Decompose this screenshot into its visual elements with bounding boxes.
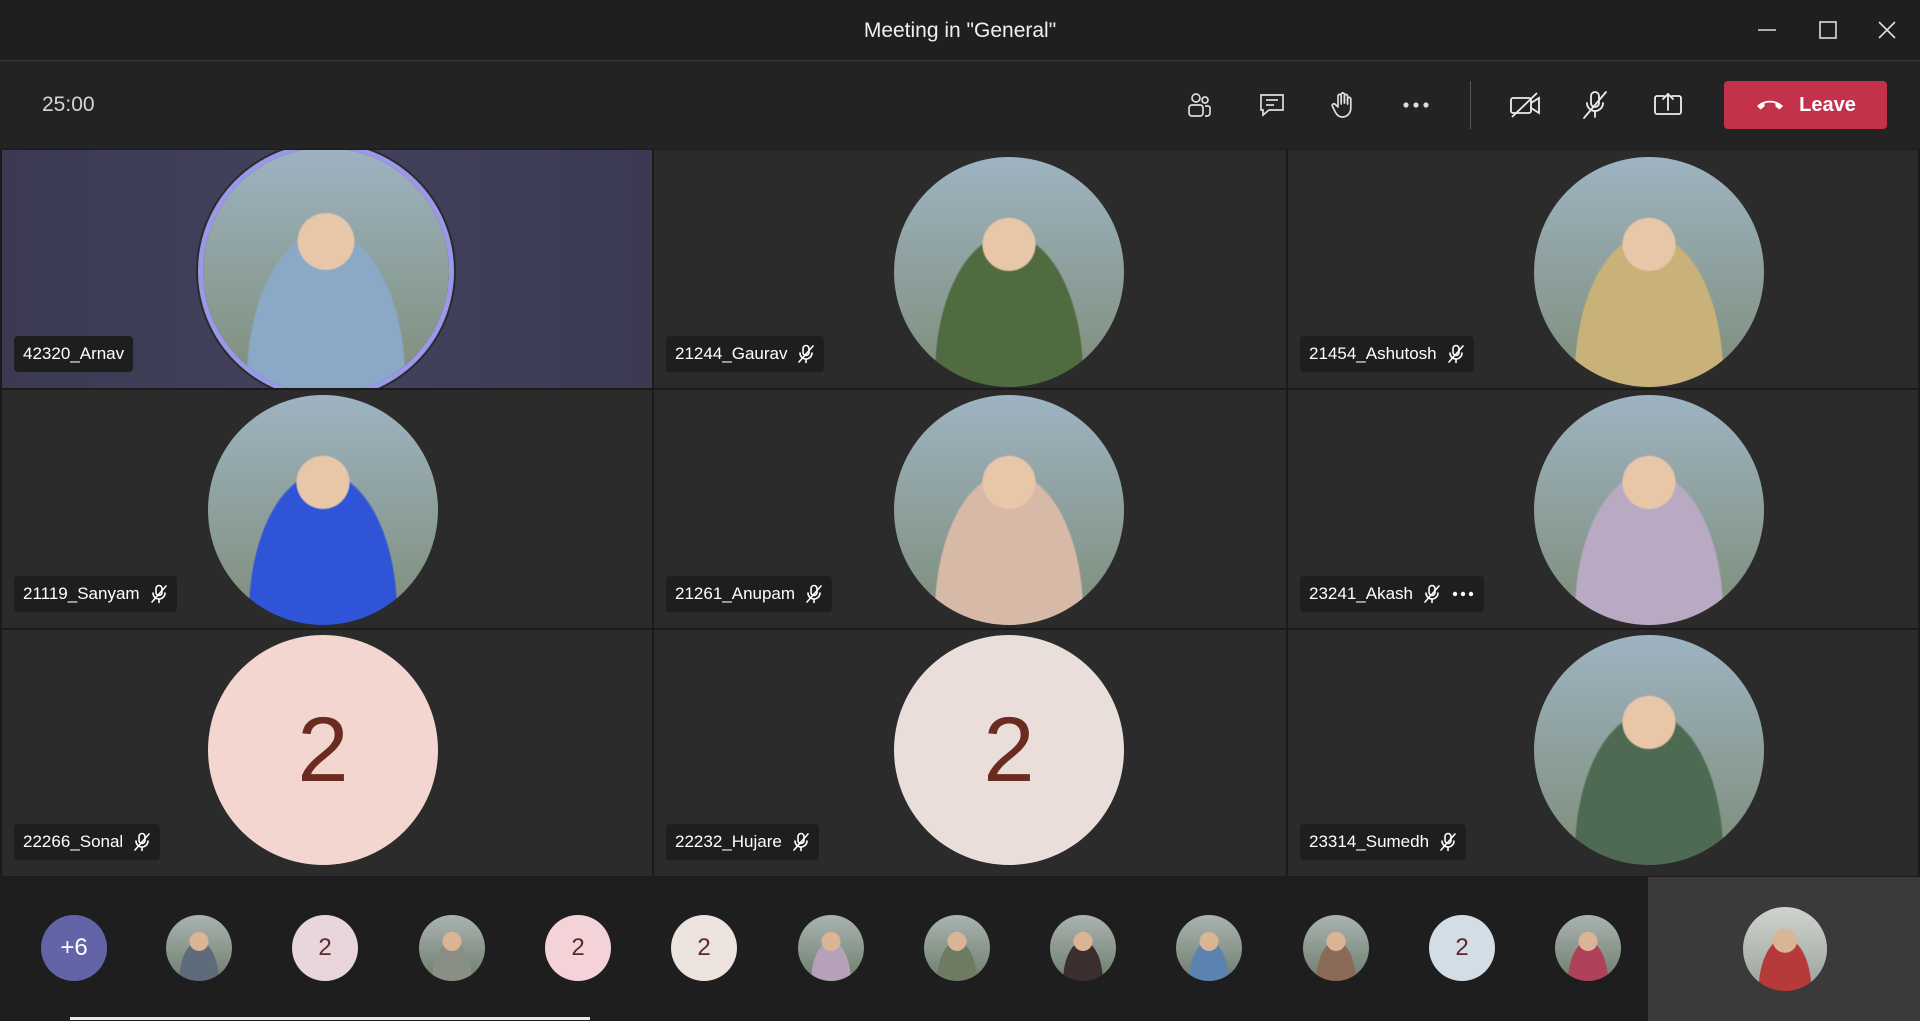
chat-button[interactable] <box>1250 83 1294 127</box>
camera-off-icon <box>1510 92 1540 118</box>
participant-initials-avatar: 2 <box>208 635 438 865</box>
participant-strip: +6 2 2 2 2 <box>0 877 1920 1021</box>
strip-participant-avatar[interactable] <box>924 915 990 981</box>
participant-name-tag: 21261_Anupam <box>666 576 833 612</box>
strip-participant-avatar[interactable] <box>1050 915 1116 981</box>
participant-avatar <box>1534 635 1764 865</box>
more-actions-button[interactable] <box>1394 83 1438 127</box>
participant-name-tag: 22266_Sonal <box>14 824 161 860</box>
strip-participant-avatar[interactable] <box>1555 915 1621 981</box>
initials-text: 2 <box>1455 934 1469 961</box>
strip-initials-avatar[interactable]: 2 <box>292 915 358 981</box>
phone-hangup-icon <box>1757 100 1784 110</box>
toolbar-divider <box>1470 81 1471 129</box>
raise-hand-button[interactable] <box>1321 83 1365 127</box>
participant-name-tag: 21454_Ashutosh <box>1300 336 1474 372</box>
participant-name-tag: 23314_Sumedh <box>1300 824 1467 860</box>
participant-tile[interactable]: 21261_Anupam <box>654 390 1286 628</box>
strip-initials-avatar[interactable]: 2 <box>671 915 737 981</box>
participant-name: 21119_Sanyam <box>23 584 140 603</box>
mic-muted-icon <box>797 344 815 364</box>
share-screen-icon <box>1654 92 1682 115</box>
participant-more-icon[interactable] <box>1451 590 1475 598</box>
participants-icon <box>1188 93 1211 117</box>
initials-text: 2 <box>571 934 585 961</box>
participant-name: 22266_Sonal <box>23 832 124 851</box>
mic-muted-icon <box>1423 584 1441 604</box>
participant-name: 42320_Arnav <box>23 344 125 363</box>
participant-name-tag: 23241_Akash <box>1300 576 1484 612</box>
participant-name-tag: 21119_Sanyam <box>14 576 177 612</box>
minimize-icon <box>1758 29 1776 31</box>
participant-avatar <box>203 150 449 388</box>
participant-tile[interactable]: 42320_Arnav <box>2 150 652 388</box>
maximize-icon <box>1819 21 1837 39</box>
participant-tile[interactable]: 21119_Sanyam <box>2 390 652 628</box>
mic-muted-icon <box>133 832 151 852</box>
participant-avatar <box>894 157 1124 387</box>
participants-button[interactable] <box>1177 83 1221 127</box>
participant-avatar <box>208 395 438 625</box>
strip-participant-avatar[interactable] <box>1303 915 1369 981</box>
leave-button[interactable]: Leave <box>1724 81 1887 129</box>
raise-hand-icon <box>1331 92 1352 118</box>
meeting-toolbar: 25:00 Leave <box>0 61 1920 149</box>
participant-tile[interactable]: 2 22266_Sonal <box>2 630 652 876</box>
participant-name: 23241_Akash <box>1309 584 1413 603</box>
strip-participant-avatar[interactable] <box>166 915 232 981</box>
participant-avatar <box>1534 395 1764 625</box>
strip-participant-avatar[interactable] <box>798 915 864 981</box>
more-icon <box>1403 102 1429 108</box>
overflow-count: +6 <box>60 934 88 961</box>
share-screen-button[interactable] <box>1646 83 1690 127</box>
participant-avatar <box>894 395 1124 625</box>
mic-muted-icon <box>150 584 168 604</box>
participant-name: 23314_Sumedh <box>1309 832 1430 851</box>
participant-name-tag: 42320_Arnav <box>14 336 134 372</box>
window-title: Meeting in "General" <box>863 19 1057 42</box>
overflow-participants-button[interactable]: +6 <box>41 915 107 981</box>
close-icon <box>1878 21 1896 39</box>
camera-toggle-button[interactable] <box>1503 83 1547 127</box>
title-bar: Meeting in "General" <box>0 0 1920 61</box>
participant-name: 22232_Hujare <box>675 832 782 851</box>
self-avatar <box>1743 907 1827 991</box>
maximize-button[interactable] <box>1808 10 1848 50</box>
participant-name: 21261_Anupam <box>675 584 796 603</box>
initials-text: 2 <box>697 934 711 961</box>
participant-name-tag: 22232_Hujare <box>666 824 819 860</box>
participant-avatar <box>1534 157 1764 387</box>
participant-name: 21244_Gaurav <box>675 344 788 363</box>
mic-toggle-button[interactable] <box>1573 83 1617 127</box>
strip-participant-avatar[interactable] <box>419 915 485 981</box>
mic-muted-icon <box>1439 832 1457 852</box>
participant-tile[interactable]: 2 22232_Hujare <box>654 630 1286 876</box>
scroll-indicator <box>70 1017 590 1020</box>
participant-tile[interactable]: 23314_Sumedh <box>1288 630 1918 876</box>
strip-initials-avatar[interactable]: 2 <box>1429 915 1495 981</box>
participant-tile[interactable]: 23241_Akash <box>1288 390 1918 628</box>
strip-initials-avatar[interactable]: 2 <box>545 915 611 981</box>
mic-off-icon <box>1583 91 1607 119</box>
participant-name: 21454_Ashutosh <box>1309 344 1437 363</box>
participant-name-tag: 21244_Gaurav <box>666 336 825 372</box>
strip-participant-avatar[interactable] <box>1176 915 1242 981</box>
initials-text: 2 <box>318 934 332 961</box>
mic-muted-icon <box>1447 344 1465 364</box>
minimize-button[interactable] <box>1747 10 1787 50</box>
self-view[interactable] <box>1648 877 1920 1021</box>
participant-tile[interactable]: 21244_Gaurav <box>654 150 1286 388</box>
mic-muted-icon <box>805 584 823 604</box>
close-button[interactable] <box>1867 10 1907 50</box>
mic-muted-icon <box>792 832 810 852</box>
leave-label: Leave <box>1799 93 1856 116</box>
participant-tile[interactable]: 21454_Ashutosh <box>1288 150 1918 388</box>
chat-icon <box>1260 94 1284 117</box>
participant-initials-avatar: 2 <box>894 635 1124 865</box>
meeting-timer: 25:00 <box>42 93 95 116</box>
video-grid: 42320_Arnav 21244_Gaurav 21454_Ashutosh 211… <box>2 150 1918 876</box>
